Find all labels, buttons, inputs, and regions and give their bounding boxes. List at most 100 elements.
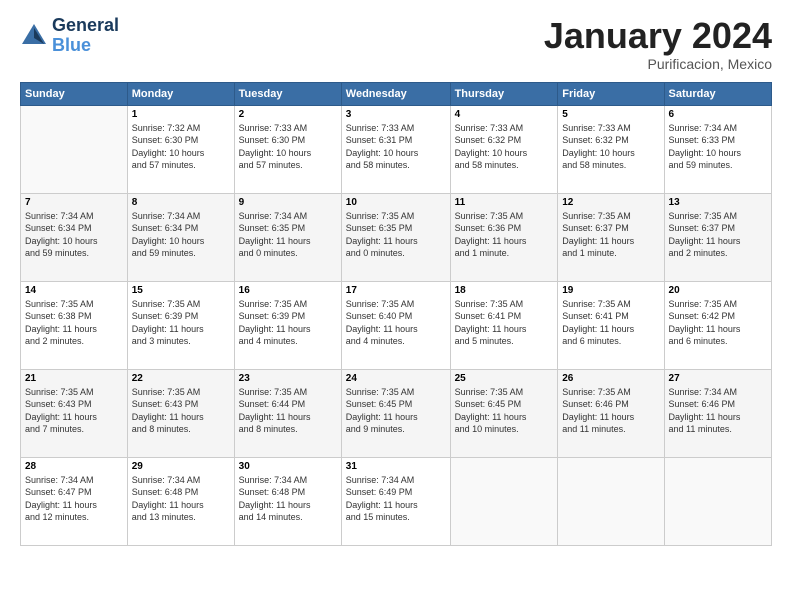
day-number: 18 [455, 285, 554, 296]
calendar-table: SundayMondayTuesdayWednesdayThursdayFrid… [20, 82, 772, 546]
day-cell: 20 Sunrise: 7:35 AM Sunset: 6:42 PM Dayli… [664, 281, 771, 369]
day-info: Sunrise: 7:34 AM Sunset: 6:34 PM Dayligh… [25, 210, 123, 260]
day-number: 15 [132, 285, 230, 296]
day-info: Sunrise: 7:35 AM Sunset: 6:38 PM Dayligh… [25, 298, 123, 348]
day-info: Sunrise: 7:35 AM Sunset: 6:39 PM Dayligh… [239, 298, 337, 348]
weekday-header: Monday [127, 82, 234, 105]
day-info: Sunrise: 7:34 AM Sunset: 6:46 PM Dayligh… [669, 386, 767, 436]
day-number: 5 [562, 109, 659, 120]
day-cell: 16 Sunrise: 7:35 AM Sunset: 6:39 PM Dayli… [234, 281, 341, 369]
day-number: 10 [346, 197, 446, 208]
day-cell: 10 Sunrise: 7:35 AM Sunset: 6:35 PM Dayli… [341, 193, 450, 281]
day-cell: 17Sunrise: 7:35 AM Sunset: 6:40 PM Dayli… [341, 281, 450, 369]
day-cell: 8Sunrise: 7:34 AM Sunset: 6:34 PM Daylig… [127, 193, 234, 281]
weekday-header: Thursday [450, 82, 558, 105]
day-number: 28 [25, 461, 123, 472]
month-title: January 2024 [544, 16, 772, 56]
day-number: 26 [562, 373, 659, 384]
day-cell [450, 457, 558, 545]
day-info: Sunrise: 7:35 AM Sunset: 6:39 PM Dayligh… [132, 298, 230, 348]
location: Purificacion, Mexico [544, 56, 772, 72]
day-cell [21, 105, 128, 193]
logo-text: General Blue [52, 16, 119, 56]
day-cell: 3 Sunrise: 7:33 AM Sunset: 6:31 PM Daylig… [341, 105, 450, 193]
week-row: 28 Sunrise: 7:34 AM Sunset: 6:47 PM Dayli… [21, 457, 772, 545]
day-cell: 23 Sunrise: 7:35 AM Sunset: 6:44 PM Dayli… [234, 369, 341, 457]
day-number: 19 [562, 285, 659, 296]
day-info: Sunrise: 7:35 AM Sunset: 6:43 PM Dayligh… [132, 386, 230, 436]
day-cell: 14 Sunrise: 7:35 AM Sunset: 6:38 PM Dayli… [21, 281, 128, 369]
weekday-header: Tuesday [234, 82, 341, 105]
day-info: Sunrise: 7:33 AM Sunset: 6:32 PM Dayligh… [562, 122, 659, 172]
day-cell: 22 Sunrise: 7:35 AM Sunset: 6:43 PM Dayli… [127, 369, 234, 457]
day-number: 11 [455, 197, 554, 208]
day-cell: 5 Sunrise: 7:33 AM Sunset: 6:32 PM Daylig… [558, 105, 664, 193]
day-cell: 7 Sunrise: 7:34 AM Sunset: 6:34 PM Daylig… [21, 193, 128, 281]
calendar-page: General Blue January 2024 Purificacion, … [0, 0, 792, 612]
header: General Blue January 2024 Purificacion, … [20, 16, 772, 72]
day-info: Sunrise: 7:35 AM Sunset: 6:45 PM Dayligh… [346, 386, 446, 436]
day-info: Sunrise: 7:35 AM Sunset: 6:37 PM Dayligh… [669, 210, 767, 260]
day-cell: 28 Sunrise: 7:34 AM Sunset: 6:47 PM Dayli… [21, 457, 128, 545]
day-number: 2 [239, 109, 337, 120]
day-cell: 15 Sunrise: 7:35 AM Sunset: 6:39 PM Dayli… [127, 281, 234, 369]
day-number: 31 [346, 461, 446, 472]
day-info: Sunrise: 7:35 AM Sunset: 6:37 PM Dayligh… [562, 210, 659, 260]
day-cell: 31 Sunrise: 7:34 AM Sunset: 6:49 PM Dayli… [341, 457, 450, 545]
weekday-header: Sunday [21, 82, 128, 105]
day-number: 17 [346, 285, 446, 296]
day-number: 4 [455, 109, 554, 120]
day-info: Sunrise: 7:34 AM Sunset: 6:33 PM Dayligh… [669, 122, 767, 172]
day-cell [558, 457, 664, 545]
day-number: 12 [562, 197, 659, 208]
day-info: Sunrise: 7:33 AM Sunset: 6:30 PM Dayligh… [239, 122, 337, 172]
day-number: 30 [239, 461, 337, 472]
weekday-header: Saturday [664, 82, 771, 105]
week-row: 7 Sunrise: 7:34 AM Sunset: 6:34 PM Daylig… [21, 193, 772, 281]
day-info: Sunrise: 7:34 AM Sunset: 6:48 PM Dayligh… [239, 474, 337, 524]
day-cell: 27 Sunrise: 7:34 AM Sunset: 6:46 PM Dayli… [664, 369, 771, 457]
day-cell: 2 Sunrise: 7:33 AM Sunset: 6:30 PM Daylig… [234, 105, 341, 193]
day-info: Sunrise: 7:34 AM Sunset: 6:34 PM Dayligh… [132, 210, 230, 260]
day-number: 9 [239, 197, 337, 208]
day-number: 16 [239, 285, 337, 296]
week-row: 1 Sunrise: 7:32 AM Sunset: 6:30 PM Daylig… [21, 105, 772, 193]
day-number: 23 [239, 373, 337, 384]
day-number: 6 [669, 109, 767, 120]
day-cell: 9 Sunrise: 7:34 AM Sunset: 6:35 PM Daylig… [234, 193, 341, 281]
day-cell: 19 Sunrise: 7:35 AM Sunset: 6:41 PM Dayli… [558, 281, 664, 369]
day-number: 3 [346, 109, 446, 120]
day-info: Sunrise: 7:34 AM Sunset: 6:35 PM Dayligh… [239, 210, 337, 260]
day-info: Sunrise: 7:34 AM Sunset: 6:49 PM Dayligh… [346, 474, 446, 524]
logo: General Blue [20, 16, 119, 56]
day-number: 1 [132, 109, 230, 120]
day-cell: 6 Sunrise: 7:34 AM Sunset: 6:33 PM Daylig… [664, 105, 771, 193]
day-info: Sunrise: 7:34 AM Sunset: 6:47 PM Dayligh… [25, 474, 123, 524]
day-cell: 24 Sunrise: 7:35 AM Sunset: 6:45 PM Dayli… [341, 369, 450, 457]
day-info: Sunrise: 7:35 AM Sunset: 6:42 PM Dayligh… [669, 298, 767, 348]
day-number: 22 [132, 373, 230, 384]
day-info: Sunrise: 7:35 AM Sunset: 6:44 PM Dayligh… [239, 386, 337, 436]
week-row: 14 Sunrise: 7:35 AM Sunset: 6:38 PM Dayli… [21, 281, 772, 369]
day-info: Sunrise: 7:35 AM Sunset: 6:35 PM Dayligh… [346, 210, 446, 260]
day-info: Sunrise: 7:32 AM Sunset: 6:30 PM Dayligh… [132, 122, 230, 172]
day-cell: 29Sunrise: 7:34 AM Sunset: 6:48 PM Dayli… [127, 457, 234, 545]
day-number: 20 [669, 285, 767, 296]
weekday-header-row: SundayMondayTuesdayWednesdayThursdayFrid… [21, 82, 772, 105]
day-cell [664, 457, 771, 545]
day-info: Sunrise: 7:35 AM Sunset: 6:46 PM Dayligh… [562, 386, 659, 436]
day-number: 24 [346, 373, 446, 384]
day-info: Sunrise: 7:33 AM Sunset: 6:31 PM Dayligh… [346, 122, 446, 172]
day-cell: 12 Sunrise: 7:35 AM Sunset: 6:37 PM Dayli… [558, 193, 664, 281]
day-info: Sunrise: 7:35 AM Sunset: 6:41 PM Dayligh… [455, 298, 554, 348]
day-info: Sunrise: 7:35 AM Sunset: 6:43 PM Dayligh… [25, 386, 123, 436]
day-number: 7 [25, 197, 123, 208]
day-info: Sunrise: 7:35 AM Sunset: 6:41 PM Dayligh… [562, 298, 659, 348]
day-number: 13 [669, 197, 767, 208]
day-cell: 25Sunrise: 7:35 AM Sunset: 6:45 PM Dayli… [450, 369, 558, 457]
day-number: 27 [669, 373, 767, 384]
day-cell: 4Sunrise: 7:33 AM Sunset: 6:32 PM Daylig… [450, 105, 558, 193]
day-cell: 11Sunrise: 7:35 AM Sunset: 6:36 PM Dayli… [450, 193, 558, 281]
day-number: 14 [25, 285, 123, 296]
weekday-header: Wednesday [341, 82, 450, 105]
